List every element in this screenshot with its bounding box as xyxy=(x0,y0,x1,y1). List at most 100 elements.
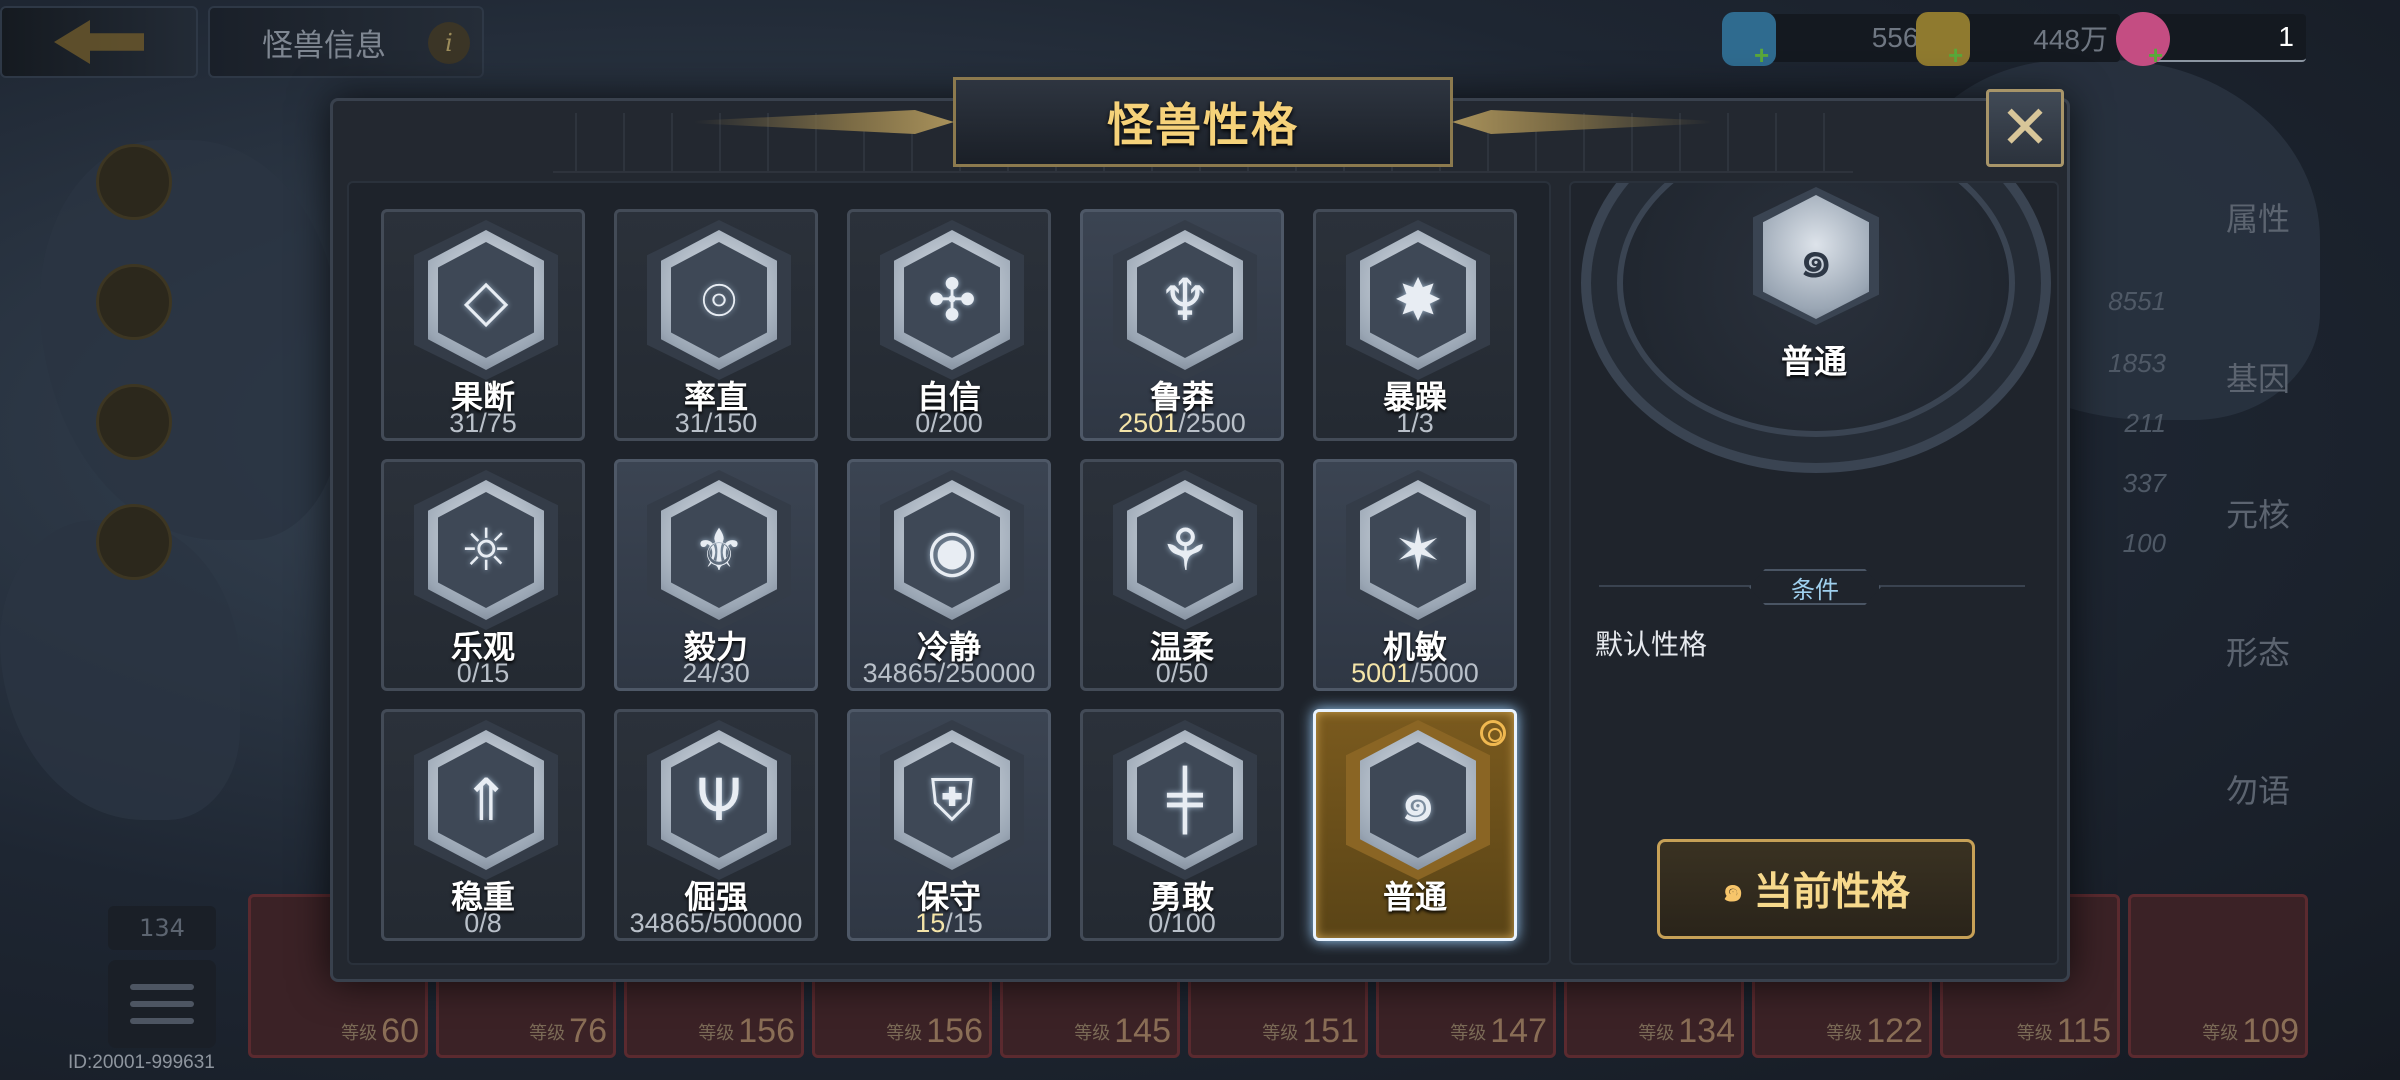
bg-rock xyxy=(40,140,340,540)
trait-progress-current: 31 xyxy=(674,408,705,438)
left-menu-item[interactable] xyxy=(88,254,180,350)
back-arrow-icon xyxy=(54,20,144,64)
trait-progress-total: 15 xyxy=(479,658,510,688)
trait-progress-total: 250000 xyxy=(945,658,1036,688)
left-menu-item[interactable] xyxy=(88,374,180,470)
trait-grid: ◇ 果断 31/75 ⌾ 率直 31/150 ✣ 自信 0/200 ♆ 鲁莽 2501/2500 ✸ 暴躁… xyxy=(381,209,1517,941)
left-menu-item[interactable] xyxy=(88,134,180,230)
trait-icon: ✶ xyxy=(1393,516,1443,584)
monster-card[interactable]: 等级 109 xyxy=(2128,894,2308,1058)
trait-card[interactable]: ๑ 普通 xyxy=(1313,709,1517,941)
trait-card[interactable]: ⛨ 保守 15/15 xyxy=(847,709,1051,941)
trait-card[interactable]: ╪ 勇敢 0/100 xyxy=(1080,709,1284,941)
trait-card[interactable]: ☼ 乐观 0/15 xyxy=(381,459,585,691)
current-personality-label: 当前性格 xyxy=(1753,870,1910,915)
trait-progress: 34865/500000 xyxy=(629,908,803,938)
trait-icon: ◉ xyxy=(926,516,978,584)
stat-value: 337 xyxy=(2122,468,2166,498)
trait-name: 普通 xyxy=(1382,878,1447,916)
right-tab-form[interactable]: 形态 xyxy=(2210,574,2306,674)
right-tab-core[interactable]: 元核 xyxy=(2210,436,2306,536)
trait-icon: Ψ xyxy=(696,766,742,834)
info-icon[interactable]: i xyxy=(428,22,470,64)
level-label: 等级 xyxy=(529,1023,566,1043)
trait-progress-total: 50 xyxy=(1178,658,1209,688)
right-tab-attributes[interactable]: 属性 xyxy=(2210,140,2306,240)
add-gem-icon[interactable]: + xyxy=(1754,40,1769,71)
level-label: 等级 xyxy=(2202,1023,2239,1043)
trait-card[interactable]: ✣ 自信 0/200 xyxy=(847,209,1051,441)
spiral-icon: ๑ xyxy=(1722,870,1744,910)
level-value: 156 xyxy=(926,1012,983,1050)
trait-progress-total: 8 xyxy=(486,908,502,938)
level-value: 109 xyxy=(2242,1012,2299,1050)
detail-trait-name: 普通 xyxy=(1781,342,1847,381)
level-label: 等级 xyxy=(1262,1023,1299,1043)
level-label: 等级 xyxy=(2016,1023,2053,1043)
trait-progress-current: 34865 xyxy=(629,908,705,938)
level-label: 等级 xyxy=(1450,1023,1487,1043)
trait-progress-current: 34865 xyxy=(862,658,938,688)
condition-text: 默认性格 xyxy=(1595,628,1708,661)
current-personality-button[interactable]: ๑ 当前性格 xyxy=(1657,839,1975,939)
stat-value: 1853 xyxy=(2108,348,2166,378)
level-label: 等级 xyxy=(698,1023,735,1043)
level-value: 145 xyxy=(1114,1012,1171,1050)
trait-icon: ⛨ xyxy=(930,765,974,834)
back-button[interactable] xyxy=(0,6,198,78)
trait-progress: 2501/2500 xyxy=(1118,408,1246,438)
level-value: 76 xyxy=(569,1012,607,1050)
trait-progress-current: 1 xyxy=(1396,408,1412,438)
gold-counter[interactable]: + 448万 xyxy=(1916,12,2120,70)
right-tab-misc[interactable]: 勿语 xyxy=(2210,712,2306,812)
trait-progress-total: 2500 xyxy=(1185,408,1246,438)
level-value: 134 xyxy=(1678,1012,1735,1050)
left-menu-item[interactable] xyxy=(88,494,180,590)
trait-card[interactable]: ✶ 机敏 5001/5000 xyxy=(1313,459,1517,691)
trait-icon: ♆ xyxy=(1159,266,1211,334)
trait-card[interactable]: ⚘ 温柔 0/50 xyxy=(1080,459,1284,691)
dialog-title: 怪兽性格 xyxy=(1107,98,1299,152)
trait-card[interactable]: ✸ 暴躁 1/3 xyxy=(1313,209,1517,441)
trait-icon: ⌾ xyxy=(701,265,737,334)
trait-progress-total: 15 xyxy=(952,908,983,938)
dialog-title-plate: 怪兽性格 xyxy=(953,77,1453,167)
close-button[interactable]: ✕ xyxy=(1986,89,2064,167)
trait-card[interactable]: ◇ 果断 31/75 xyxy=(381,209,585,441)
right-tab-gene[interactable]: 基因 xyxy=(2210,300,2306,400)
trait-icon: ⇑ xyxy=(461,766,511,834)
trait-progress-current: 2501 xyxy=(1118,408,1179,438)
trait-progress-total: 200 xyxy=(937,408,983,438)
trait-progress-current: 31 xyxy=(449,408,480,438)
trait-icon: ╪ xyxy=(1167,766,1203,834)
trait-card[interactable]: ⌾ 率直 31/150 xyxy=(614,209,818,441)
level-value: 147 xyxy=(1490,1012,1547,1050)
trait-card[interactable]: Ψ 倔强 34865/500000 xyxy=(614,709,818,941)
add-gold-icon[interactable]: + xyxy=(1948,40,1963,71)
trait-progress-total: 500000 xyxy=(712,908,803,938)
trait-card[interactable]: ◉ 冷静 34865/250000 xyxy=(847,459,1051,691)
trait-progress: 1/3 xyxy=(1396,408,1434,438)
level-label: 等级 xyxy=(341,1023,378,1043)
trait-progress-current: 5001 xyxy=(1351,658,1412,688)
trait-progress-current: 15 xyxy=(915,908,946,938)
roster-list-button[interactable] xyxy=(108,960,216,1048)
level-value: 122 xyxy=(1866,1012,1923,1050)
level-value: 151 xyxy=(1302,1012,1359,1050)
trait-progress: 31/75 xyxy=(449,408,517,438)
ticket-counter[interactable]: + 1 xyxy=(2116,12,2306,70)
stat-value: 100 xyxy=(2122,528,2166,558)
trait-detail-panel: ๑ 普通 条件 默认性格 ๑ 当前性格 xyxy=(1569,181,2059,965)
trait-icon: ⚘ xyxy=(1159,516,1211,584)
trait-card[interactable]: ⇑ 稳重 0/8 xyxy=(381,709,585,941)
trait-progress: 0/8 xyxy=(464,908,502,938)
trait-progress: 0/15 xyxy=(456,658,510,688)
trait-card[interactable]: ♆ 鲁莽 2501/2500 xyxy=(1080,209,1284,441)
add-ticket-icon[interactable]: + xyxy=(2148,40,2163,71)
condition-label: 条件 xyxy=(1749,569,1881,605)
gem-counter[interactable]: + 5569 xyxy=(1722,12,1946,70)
trait-icon: ✸ xyxy=(1393,266,1443,334)
trait-card[interactable]: ⚜ 毅力 24/30 xyxy=(614,459,818,691)
personality-dialog: ๑ 普通 条件 默认性格 ๑ 当前性格 怪兽性格 ✕ ◇ 果断 31/75 ⌾ 率直 31… xyxy=(330,77,2070,982)
trait-progress: 31/150 xyxy=(674,408,758,438)
